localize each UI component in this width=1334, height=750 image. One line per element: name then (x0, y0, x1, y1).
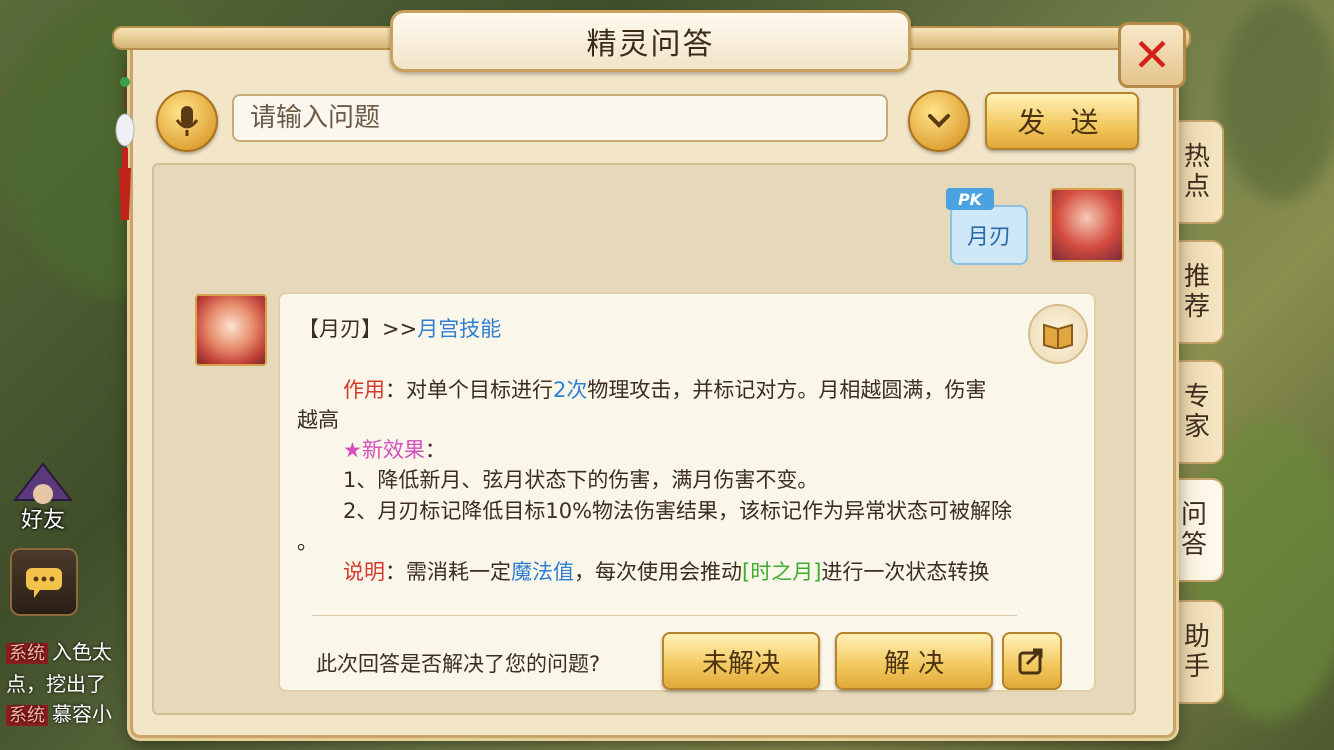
close-icon: ✕ (1132, 28, 1172, 82)
close-button[interactable]: ✕ (1118, 22, 1186, 88)
mana-link[interactable]: 魔法值 (511, 560, 574, 584)
friends-label: 好友 (20, 508, 65, 533)
question-input-box[interactable] (232, 94, 888, 142)
system-message: 系统 慕容小 (6, 698, 112, 727)
chat-bubble-icon (26, 568, 62, 598)
effect-line-wrap: 越高 (297, 408, 339, 432)
tab-hot[interactable]: 热点 (1168, 120, 1224, 224)
friends-button[interactable]: 好友 (8, 462, 78, 534)
new-effect-item: 1、降低新月、弦月状态下的伤害，满月伤害不变。 (343, 468, 819, 492)
chat-button[interactable] (10, 548, 78, 616)
chevron-down-icon (928, 114, 950, 128)
page-title: 精灵问答 (586, 27, 715, 62)
user-message-bubble[interactable]: 月刃 (950, 205, 1028, 265)
send-button[interactable]: 发 送 (985, 92, 1139, 150)
scene-foliage (1220, 0, 1334, 200)
new-effect-item-wrap: 。 (297, 530, 318, 554)
title-plate: 精灵问答 (390, 10, 911, 72)
assistant-avatar (195, 294, 267, 366)
system-message: 系统 入色太 (6, 636, 112, 665)
user-message-text: 月刃 (966, 225, 1011, 250)
open-book-icon (1043, 323, 1073, 349)
tab-recommend[interactable]: 推荐 (1168, 240, 1224, 344)
voice-input-button[interactable] (156, 90, 218, 152)
history-dropdown-button[interactable] (908, 90, 970, 152)
share-icon (1018, 648, 1043, 675)
friend-avatar-icon (13, 462, 73, 504)
feedback-question: 此次回答是否解决了您的问题? (316, 652, 601, 676)
book-icon[interactable] (1028, 304, 1088, 364)
new-effect-heading: ★新效果： (343, 438, 446, 462)
effect-line: 作用：对单个目标进行2次物理攻击，并标记对方。月相越圆满，伤害 (343, 378, 987, 402)
user-avatar (1050, 188, 1124, 262)
share-button[interactable] (1002, 632, 1062, 690)
system-message: 点，挖出了 (6, 672, 106, 696)
question-input[interactable] (248, 102, 886, 134)
microphone-icon (175, 106, 199, 136)
skill-link[interactable]: 月宫技能 (417, 317, 501, 341)
resolved-button[interactable]: 解 决 (835, 632, 993, 690)
new-effect-item: 2、月刃标记降低目标10%物法伤害结果，该标记作为异常状态可被解除 (343, 499, 1013, 523)
pk-badge: PK (946, 188, 994, 210)
tab-assistant[interactable]: 助手 (1168, 600, 1224, 704)
tab-expert[interactable]: 专家 (1168, 360, 1224, 464)
divider (312, 615, 1017, 616)
answer-heading: 【月刃】>>月宫技能 (298, 317, 502, 341)
unresolved-button[interactable]: 未解决 (662, 632, 820, 690)
note-line: 说明：需消耗一定魔法值，每次使用会推动[时之月]进行一次状态转换 (343, 560, 990, 584)
tassel-decoration-icon (115, 70, 135, 220)
